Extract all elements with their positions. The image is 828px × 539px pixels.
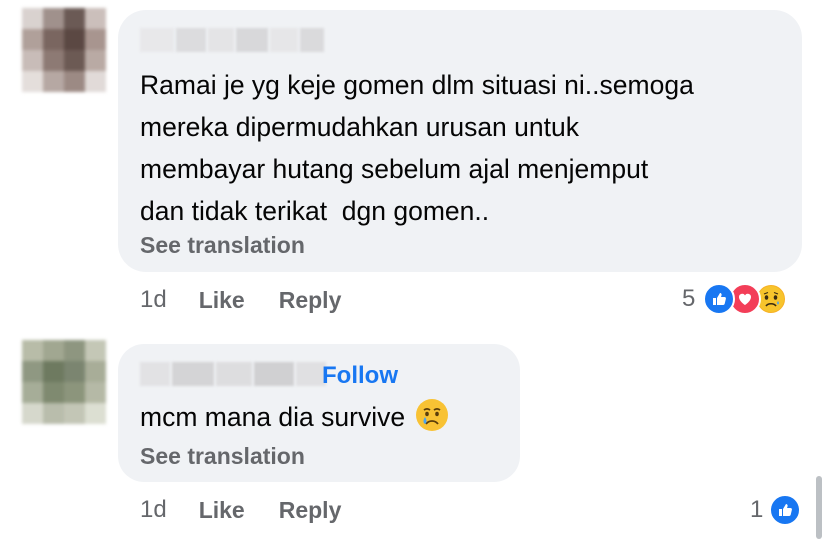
avatar[interactable] bbox=[22, 8, 106, 92]
comment-bubble: Follow mcm mana dia survive See translat… bbox=[118, 344, 520, 482]
like-button[interactable]: Like bbox=[199, 497, 245, 524]
comment-bubble: Ramai je yg keje gomen dlm situasi ni..s… bbox=[118, 10, 802, 272]
author-name[interactable] bbox=[140, 28, 324, 52]
comment-text: mcm mana dia survive bbox=[140, 402, 406, 432]
reply-button[interactable]: Reply bbox=[279, 497, 342, 524]
like-icon bbox=[769, 494, 802, 526]
reaction-count: 1 bbox=[750, 496, 764, 523]
like-icon bbox=[703, 283, 736, 315]
comment-text: Ramai je yg keje gomen dlm situasi ni..s… bbox=[140, 70, 694, 226]
comment-actions: 1d Like Reply bbox=[140, 286, 341, 314]
reply-button[interactable]: Reply bbox=[279, 287, 342, 314]
reaction-count: 5 bbox=[682, 285, 696, 312]
reaction-summary[interactable]: 1 bbox=[750, 494, 802, 526]
comment-actions: 1d Like Reply bbox=[140, 496, 341, 524]
avatar[interactable] bbox=[22, 340, 106, 424]
comment-body: mcm mana dia survive bbox=[140, 396, 449, 438]
timestamp[interactable]: 1d bbox=[140, 496, 167, 524]
see-translation-link[interactable]: See translation bbox=[140, 443, 305, 470]
like-button[interactable]: Like bbox=[199, 287, 245, 314]
follow-button[interactable]: Follow bbox=[322, 362, 398, 390]
scrollbar[interactable] bbox=[816, 476, 822, 539]
author-name[interactable] bbox=[140, 362, 326, 386]
timestamp[interactable]: 1d bbox=[140, 286, 167, 314]
reaction-summary[interactable]: 5 bbox=[682, 283, 788, 315]
crying-face-icon bbox=[415, 398, 449, 437]
see-translation-link[interactable]: See translation bbox=[140, 232, 305, 259]
